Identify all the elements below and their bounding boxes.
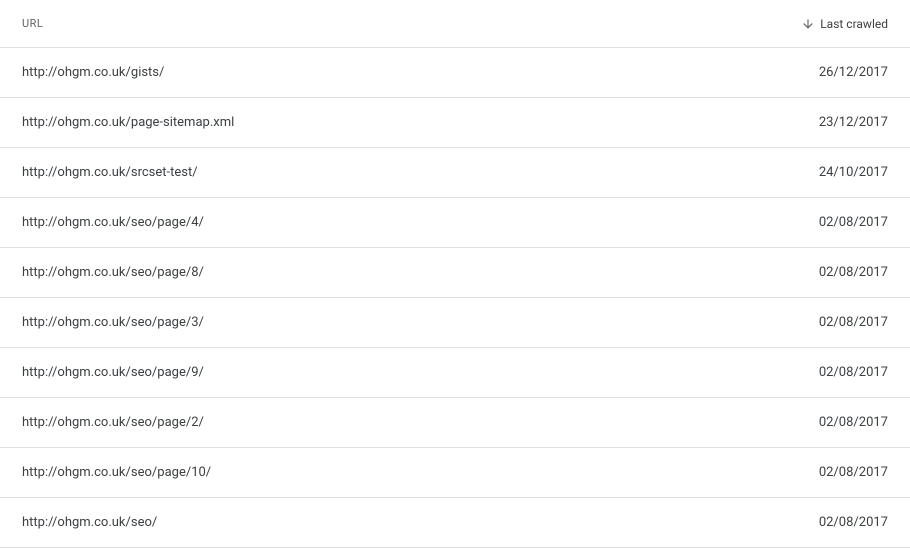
url-cell: http://ohgm.co.uk/srcset-test/ — [22, 165, 808, 180]
table-row[interactable]: http://ohgm.co.uk/seo/page/3/02/08/2017 — [0, 298, 910, 348]
url-cell: http://ohgm.co.uk/seo/page/2/ — [22, 415, 808, 430]
table-row[interactable]: http://ohgm.co.uk/seo/page/4/02/08/2017 — [0, 198, 910, 248]
date-cell: 02/08/2017 — [808, 415, 888, 430]
table-body: http://ohgm.co.uk/gists/26/12/2017http:/… — [0, 48, 910, 548]
url-cell: http://ohgm.co.uk/seo/page/8/ — [22, 265, 808, 280]
table-row[interactable]: http://ohgm.co.uk/seo/page/9/02/08/2017 — [0, 348, 910, 398]
date-cell: 23/12/2017 — [808, 115, 888, 130]
table-row[interactable]: http://ohgm.co.uk/seo/page/10/02/08/2017 — [0, 448, 910, 498]
date-cell: 02/08/2017 — [808, 365, 888, 380]
url-cell: http://ohgm.co.uk/seo/ — [22, 515, 808, 530]
table-row[interactable]: http://ohgm.co.uk/gists/26/12/2017 — [0, 48, 910, 98]
table-row[interactable]: http://ohgm.co.uk/seo/page/8/02/08/2017 — [0, 248, 910, 298]
column-header-date[interactable]: Last crawled — [800, 16, 888, 32]
url-cell: http://ohgm.co.uk/gists/ — [22, 65, 808, 80]
date-cell: 02/08/2017 — [808, 515, 888, 530]
table-row[interactable]: http://ohgm.co.uk/srcset-test/24/10/2017 — [0, 148, 910, 198]
url-cell: http://ohgm.co.uk/seo/page/4/ — [22, 215, 808, 230]
date-cell: 02/08/2017 — [808, 315, 888, 330]
url-cell: http://ohgm.co.uk/seo/page/3/ — [22, 315, 808, 330]
date-cell: 02/08/2017 — [808, 265, 888, 280]
date-cell: 24/10/2017 — [808, 165, 888, 180]
url-table: URL Last crawled http://ohgm.co.uk/gists… — [0, 0, 910, 548]
date-cell: 02/08/2017 — [808, 465, 888, 480]
column-header-url[interactable]: URL — [22, 17, 800, 30]
url-cell: http://ohgm.co.uk/seo/page/9/ — [22, 365, 808, 380]
table-row[interactable]: http://ohgm.co.uk/seo/page/2/02/08/2017 — [0, 398, 910, 448]
url-cell: http://ohgm.co.uk/page-sitemap.xml — [22, 115, 808, 130]
table-row[interactable]: http://ohgm.co.uk/page-sitemap.xml23/12/… — [0, 98, 910, 148]
column-header-date-label: Last crawled — [820, 17, 888, 31]
arrow-down-icon — [800, 16, 816, 32]
url-cell: http://ohgm.co.uk/seo/page/10/ — [22, 465, 808, 480]
date-cell: 02/08/2017 — [808, 215, 888, 230]
table-row[interactable]: http://ohgm.co.uk/seo/02/08/2017 — [0, 498, 910, 548]
date-cell: 26/12/2017 — [808, 65, 888, 80]
table-header-row: URL Last crawled — [0, 0, 910, 48]
